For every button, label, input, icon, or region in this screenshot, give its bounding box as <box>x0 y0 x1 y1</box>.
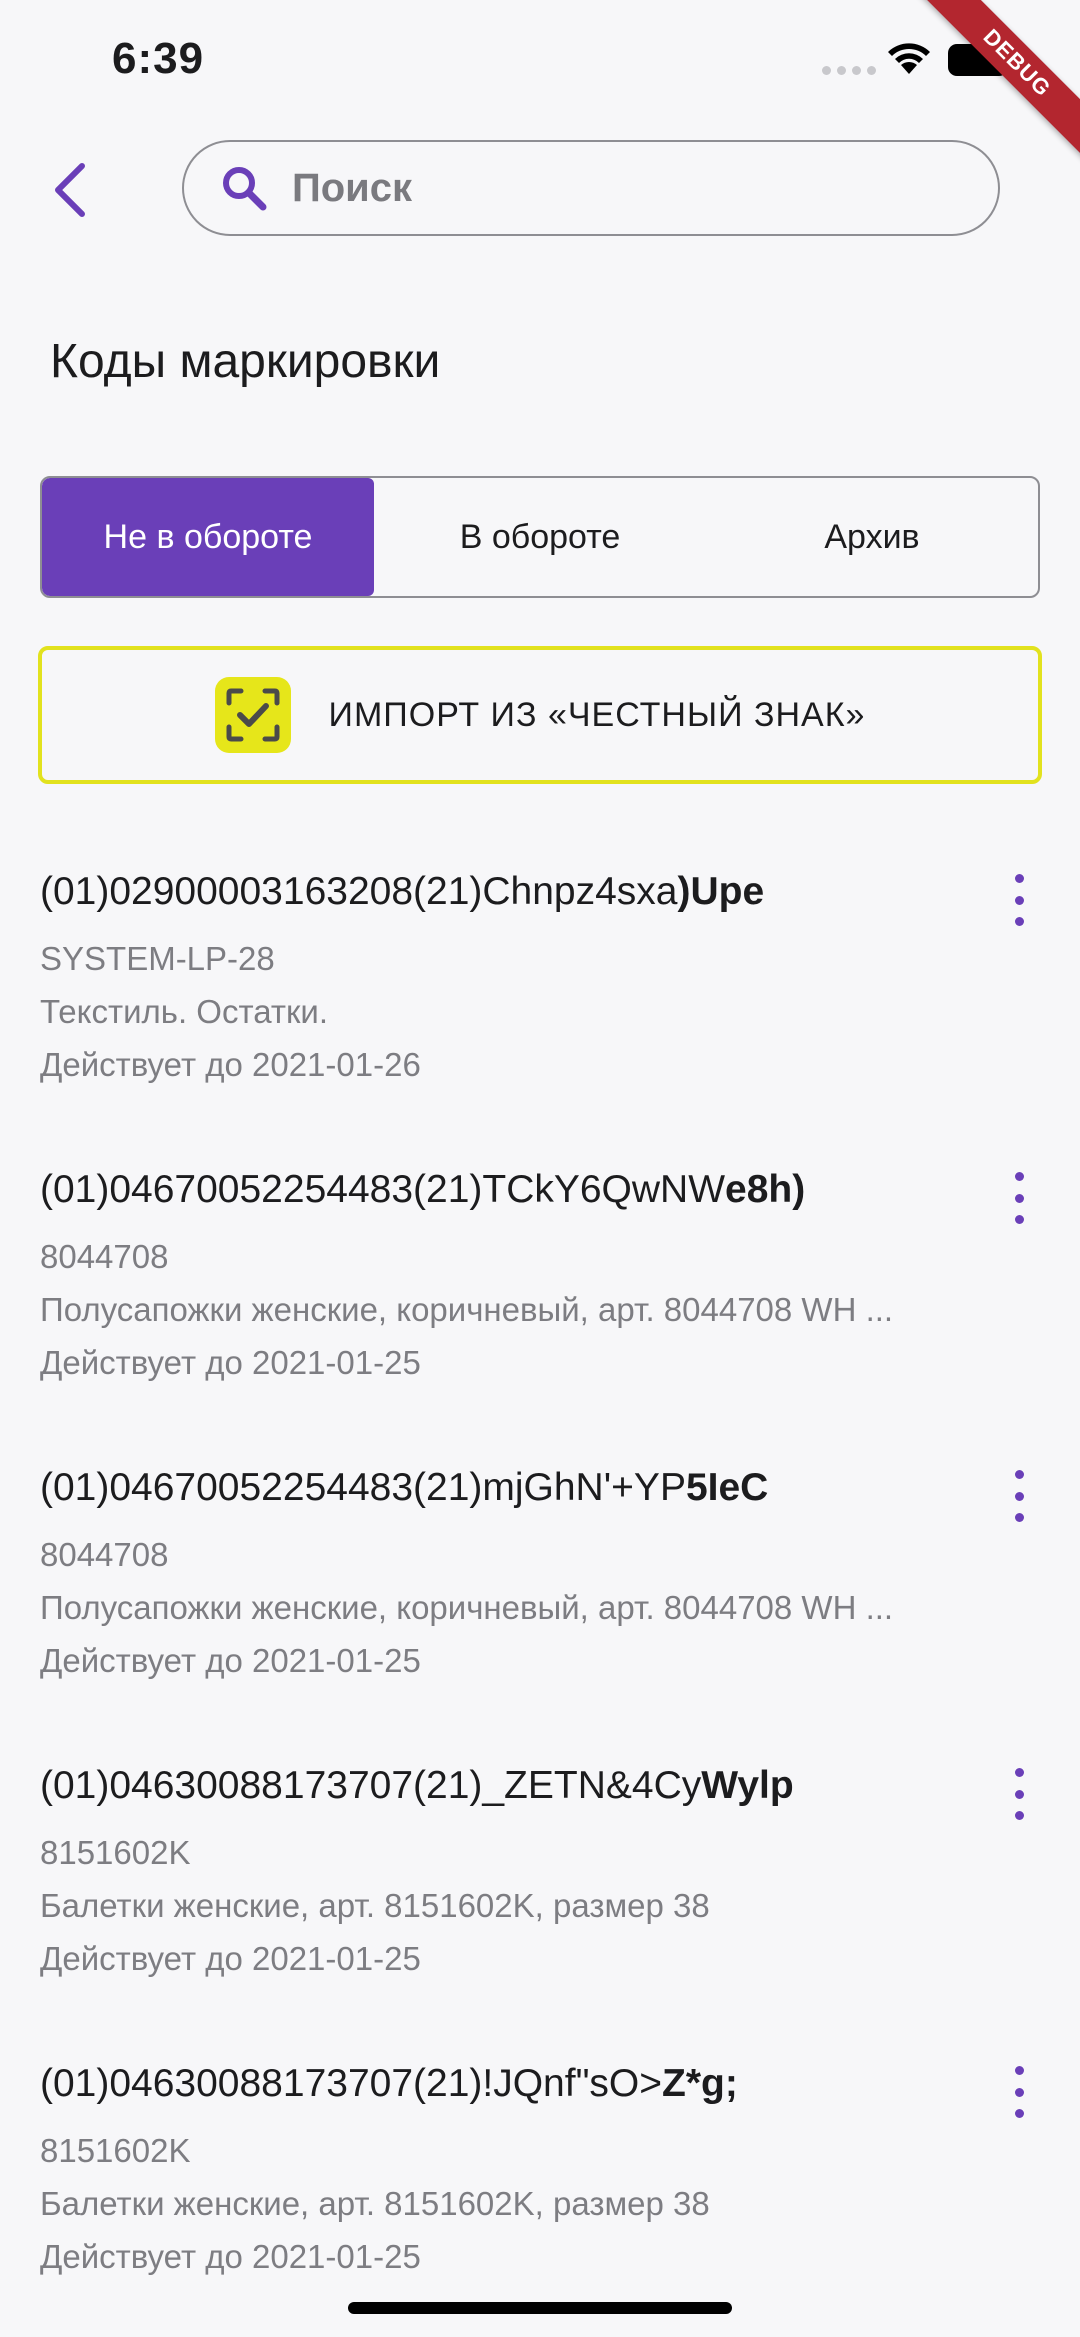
search-field[interactable] <box>182 140 1000 236</box>
home-indicator[interactable] <box>348 2302 732 2314</box>
search-icon <box>218 162 270 214</box>
item-valid-until: Действует до 2021-01-25 <box>40 1344 421 1381</box>
item-description: Полусапожки женские, коричневый, арт. 80… <box>40 1589 894 1626</box>
tab-not-in-circulation[interactable]: Не в обороте <box>42 478 374 596</box>
item-valid-until: Действует до 2021-01-25 <box>40 1642 421 1679</box>
search-input[interactable] <box>290 164 914 212</box>
item-sku: 8044708 <box>40 1536 169 1573</box>
list-item[interactable]: (01)02900003163208(21)Chnpz4sxa)Upe SYST… <box>0 840 1080 1138</box>
marking-code: (01)04630088173707(21)!JQnf"sO>Z*g; <box>40 2062 738 2105</box>
more-options-icon[interactable] <box>1004 1470 1034 1522</box>
item-sku: 8044708 <box>40 1238 169 1275</box>
more-options-icon[interactable] <box>1004 874 1034 926</box>
item-valid-until: Действует до 2021-01-26 <box>40 1046 421 1083</box>
item-valid-until: Действует до 2021-01-25 <box>40 2238 421 2275</box>
list-item[interactable]: (01)04630088173707(21)_ZETN&4CyWylp 8151… <box>0 1734 1080 2032</box>
more-options-icon[interactable] <box>1004 2066 1034 2118</box>
tab-archive[interactable]: Архив <box>706 478 1038 596</box>
import-button-label: ИМПОРТ ИЗ «ЧЕСТНЫЙ ЗНАК» <box>328 695 866 734</box>
item-sku: SYSTEM-LP-28 <box>40 940 275 977</box>
chevron-left-icon <box>55 163 85 217</box>
honest-sign-check-icon <box>214 677 291 753</box>
list-item[interactable]: (01)04670052254483(21)mjGhN'+YP5IeC 8044… <box>0 1436 1080 1734</box>
page-title: Коды маркировки <box>50 335 441 388</box>
more-options-icon[interactable] <box>1004 1172 1034 1224</box>
item-description: Текстиль. Остатки. <box>40 993 328 1030</box>
back-button[interactable] <box>30 150 110 230</box>
marking-code: (01)04670052254483(21)TCkY6QwNWe8h) <box>40 1168 806 1211</box>
status-time: 6:39 <box>112 34 205 83</box>
list-item[interactable]: (01)04630088173707(21)!JQnf"sO>Z*g; 8151… <box>0 2032 1080 2330</box>
more-options-icon[interactable] <box>1004 1768 1034 1820</box>
item-description: Балетки женские, арт. 8151602K, размер 3… <box>40 2185 710 2222</box>
item-sku: 8151602K <box>40 1834 191 1871</box>
tab-in-circulation[interactable]: В обороте <box>374 478 706 596</box>
import-honest-sign-button[interactable]: ИМПОРТ ИЗ «ЧЕСТНЫЙ ЗНАК» <box>38 646 1042 784</box>
marking-code: (01)04670052254483(21)mjGhN'+YP5IeC <box>40 1466 769 1509</box>
marking-code: (01)04630088173707(21)_ZETN&4CyWylp <box>40 1764 794 1807</box>
item-sku: 8151602K <box>40 2132 191 2169</box>
item-valid-until: Действует до 2021-01-25 <box>40 1940 421 1977</box>
marking-codes-list: (01)02900003163208(21)Chnpz4sxa)Upe SYST… <box>0 840 1080 2330</box>
item-description: Полусапожки женские, коричневый, арт. 80… <box>40 1291 894 1328</box>
cellular-signal-icon <box>822 66 876 75</box>
status-tabs: Не в обороте В обороте Архив <box>40 476 1040 598</box>
item-description: Балетки женские, арт. 8151602K, размер 3… <box>40 1887 710 1924</box>
list-item[interactable]: (01)04670052254483(21)TCkY6QwNWe8h) 8044… <box>0 1138 1080 1436</box>
marking-code: (01)02900003163208(21)Chnpz4sxa)Upe <box>40 870 765 913</box>
wifi-icon <box>886 40 932 81</box>
status-bar: 6:39 <box>0 0 1080 120</box>
